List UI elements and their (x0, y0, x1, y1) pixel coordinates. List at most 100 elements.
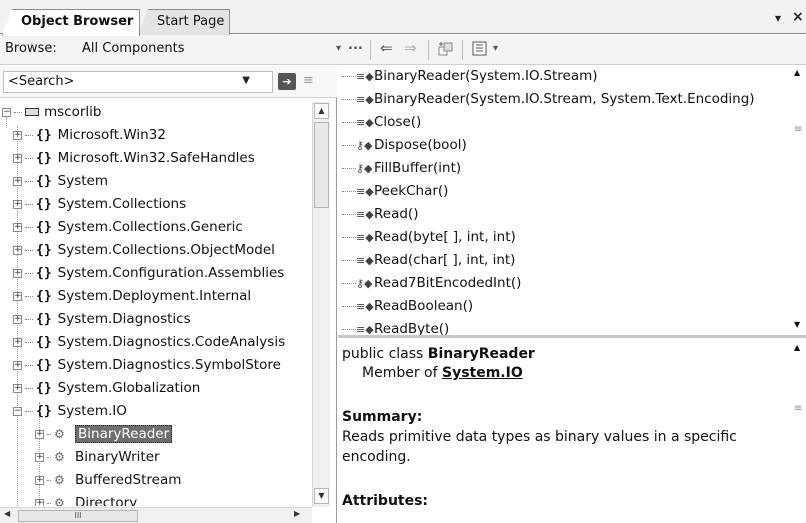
expand-icon[interactable]: + (13, 268, 22, 278)
tree-node-namespace[interactable]: + {} System.Diagnostics.SymbolStore (13, 355, 281, 377)
tree-connector (342, 190, 356, 192)
tree-vertical-scrollbar[interactable]: ▲ ▼ (312, 102, 330, 507)
scrollbar-thumb[interactable] (314, 122, 329, 208)
tab-object-browser[interactable]: Object Browser (2, 9, 140, 36)
expand-icon[interactable]: + (13, 176, 22, 186)
namespace-link[interactable]: System.IO (442, 365, 523, 381)
member-item[interactable]: ≡◆BinaryReader(System.IO.Stream) (342, 66, 598, 88)
clear-search-icon[interactable]: ≡ (303, 73, 314, 88)
scroll-left-icon[interactable]: ◀ (4, 509, 10, 518)
member-item[interactable]: ≡◆PeekChar() (342, 181, 448, 203)
expand-icon[interactable]: + (13, 153, 22, 163)
tree-node-namespace[interactable]: + {} System.Deployment.Internal (13, 286, 251, 308)
tree-node-namespace-system-io[interactable]: − {} System.IO (13, 401, 127, 423)
tree-node-label: System.Diagnostics (57, 311, 191, 327)
customize-scope-button[interactable]: ... (348, 38, 363, 53)
expand-icon[interactable]: + (35, 498, 44, 506)
tree-connector (342, 144, 356, 146)
tree-node-class[interactable]: + ⚙ BufferedStream (35, 470, 181, 492)
expand-icon[interactable]: + (13, 337, 22, 347)
close-icon[interactable]: × (792, 9, 804, 25)
scrollbar-grip[interactable]: ≡ (794, 403, 802, 414)
member-label: ReadBoolean() (374, 298, 474, 314)
tree-node-class[interactable]: + ⚙ BinaryWriter (35, 447, 160, 469)
tree-node-namespace[interactable]: + {} System.Collections.Generic (13, 217, 243, 239)
tree-node-class-binaryreader[interactable]: + ⚙ BinaryReader (35, 424, 173, 446)
scroll-up-icon[interactable]: ▲ (794, 343, 800, 352)
tree-node-label: System (57, 173, 108, 189)
back-arrow-icon[interactable]: ⇐ (380, 39, 393, 57)
tree-node-namespace[interactable]: + {} System.Diagnostics (13, 309, 191, 331)
scroll-down-icon[interactable]: ▼ (314, 488, 329, 504)
namespace-icon: {} (36, 243, 52, 258)
expand-icon[interactable]: + (35, 452, 44, 462)
chevron-down-icon[interactable]: ▾ (336, 43, 341, 54)
scrollbar-grip[interactable]: ≡ (794, 124, 802, 135)
browse-scope-select[interactable]: All Components (82, 41, 185, 56)
expand-icon[interactable]: + (13, 245, 22, 255)
toolbar-separator (370, 40, 371, 60)
scroll-down-icon[interactable]: ▼ (794, 320, 800, 329)
member-item[interactable]: ≡◆Read(byte[ ], int, int) (342, 227, 516, 249)
tree-node-namespace[interactable]: + {} System (13, 171, 108, 193)
search-input[interactable]: <Search> ▼ (3, 71, 273, 93)
tree-node-namespace[interactable]: + {} System.Globalization (13, 378, 200, 400)
chevron-down-icon[interactable]: ▼ (242, 75, 250, 86)
scroll-up-icon[interactable]: ▲ (794, 68, 800, 77)
tree-node-assembly[interactable]: − mscorlib (2, 102, 102, 124)
tree-node-namespace[interactable]: + {} System.Configuration.Assemblies (13, 263, 284, 285)
tree-connector (25, 410, 33, 412)
add-reference-icon[interactable] (438, 41, 454, 61)
tab-start-page[interactable]: Start Page (138, 9, 230, 35)
expand-icon[interactable]: + (13, 199, 22, 209)
expand-icon[interactable]: + (13, 130, 22, 140)
member-item[interactable]: ⚷◆FillBuffer(int) (342, 158, 461, 180)
tree-node-label: System.Configuration.Assemblies (57, 265, 285, 281)
description-vertical-scrollbar[interactable]: ▲ ≡ (790, 341, 806, 523)
tree-connector (342, 305, 356, 307)
collapse-icon[interactable]: − (13, 406, 22, 416)
member-item[interactable]: ⚷◆Dispose(bool) (342, 135, 467, 157)
expand-icon[interactable]: + (13, 383, 22, 393)
members-vertical-scrollbar[interactable]: ▲ ≡ ▼ (790, 66, 806, 335)
member-item[interactable]: ≡◆BinaryReader(System.IO.Stream, System.… (342, 89, 755, 111)
scrollbar-thumb[interactable]: III (18, 510, 138, 522)
tree-node-label: System.Diagnostics.SymbolStore (57, 357, 281, 373)
tab-list-dropdown-icon[interactable]: ▾ (775, 11, 781, 25)
namespace-icon: {} (36, 266, 52, 281)
member-item[interactable]: ≡◆Close() (342, 112, 421, 134)
tree-connector (25, 249, 33, 251)
tree-node-namespace[interactable]: + {} System.Collections.ObjectModel (13, 240, 275, 262)
scroll-right-icon[interactable]: ▶ (294, 509, 300, 518)
member-item[interactable]: ≡◆ReadByte() (342, 319, 449, 336)
expand-icon[interactable]: + (13, 222, 22, 232)
expand-icon[interactable]: + (13, 360, 22, 370)
object-tree: − mscorlib + {} Microsoft.Win32 + {} Microsof… (0, 102, 312, 506)
expand-icon[interactable]: + (35, 475, 44, 485)
tree-horizontal-scrollbar[interactable]: ◀ III ▶ (0, 507, 312, 523)
member-item[interactable]: ≡◆Read() (342, 204, 418, 226)
public-method-icon: ≡◆ (356, 323, 374, 336)
tree-node-class[interactable]: + ⚙ Directory (35, 493, 137, 506)
forward-arrow-icon[interactable]: ⇒ (404, 39, 417, 57)
scroll-up-icon[interactable]: ▲ (314, 103, 329, 119)
members-pane: ≡◆BinaryReader(System.IO.Stream) ≡◆Binar… (338, 66, 806, 338)
expand-icon[interactable]: + (35, 429, 44, 439)
member-item[interactable]: ≡◆Read(char[ ], int, int) (342, 250, 515, 272)
chevron-down-icon[interactable]: ▾ (493, 43, 498, 54)
tree-node-namespace[interactable]: + {} System.Diagnostics.CodeAnalysis (13, 332, 285, 354)
collapse-icon[interactable]: − (2, 107, 11, 117)
tree-node-namespace[interactable]: + {} Microsoft.Win32.SafeHandles (13, 148, 255, 170)
member-label: BinaryReader(System.IO.Stream) (374, 68, 598, 84)
summary-text-line-2: encoding. (342, 449, 411, 465)
settings-list-icon[interactable] (472, 41, 488, 61)
member-item[interactable]: ⚷◆Read7BitEncodedInt() (342, 273, 521, 295)
expand-icon[interactable]: + (13, 314, 22, 324)
member-item[interactable]: ≡◆ReadBoolean() (342, 296, 473, 318)
tree-connector (47, 456, 51, 458)
tree-node-namespace[interactable]: + {} Microsoft.Win32 (13, 125, 166, 147)
search-go-button[interactable]: ➔ (278, 73, 296, 90)
expand-icon[interactable]: + (13, 291, 22, 301)
tree-node-namespace[interactable]: + {} System.Collections (13, 194, 186, 216)
public-method-icon: ≡◆ (356, 300, 374, 313)
